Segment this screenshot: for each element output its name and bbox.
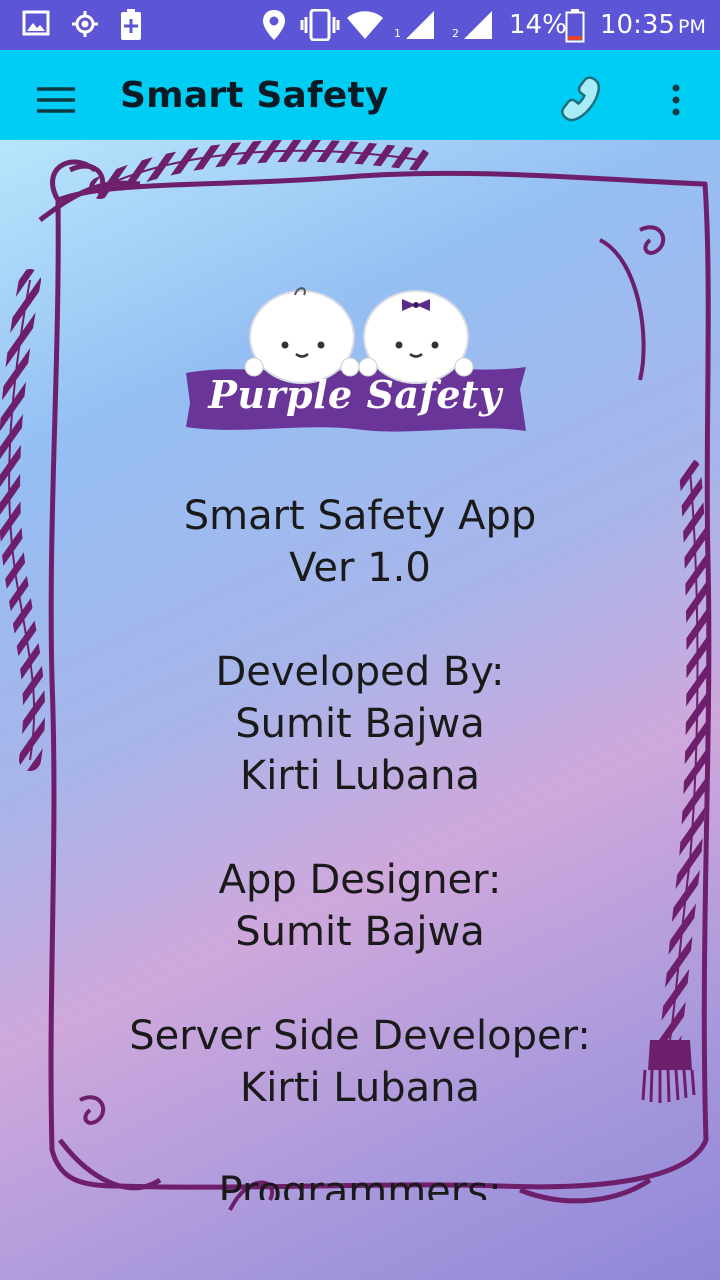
signal-sim2-icon bbox=[464, 11, 492, 39]
location-icon bbox=[263, 10, 285, 40]
image-icon bbox=[22, 10, 50, 36]
clock-time: 10:35 bbox=[600, 10, 675, 40]
battery-percent: 14% bbox=[509, 10, 567, 40]
about-text-block: Smart Safety App Ver 1.0 Developed By: S… bbox=[60, 490, 660, 1200]
signal-sim1-icon bbox=[406, 11, 434, 39]
clock-ampm: PM bbox=[678, 16, 706, 38]
menu-icon[interactable] bbox=[30, 80, 82, 120]
app-designer-label: App Designer: bbox=[218, 857, 502, 903]
app-name: Smart Safety App bbox=[183, 493, 537, 539]
programmers-label: Programmers: bbox=[218, 1169, 502, 1200]
developed-by-label: Developed By: bbox=[215, 649, 505, 695]
gps-icon bbox=[72, 11, 98, 37]
sim2-label: 2 bbox=[452, 27, 459, 40]
battery-saver-icon bbox=[121, 9, 141, 40]
developer-name-1: Sumit Bajwa bbox=[235, 701, 485, 747]
app-version: Ver 1.0 bbox=[289, 545, 431, 591]
status-bar: 1 2 14% 10:35 PM bbox=[0, 0, 720, 50]
purple-safety-logo: Purple Safety bbox=[180, 285, 530, 445]
battery-icon bbox=[565, 9, 585, 43]
sim1-label: 1 bbox=[394, 27, 401, 40]
wifi-icon bbox=[347, 11, 383, 39]
app-designer-name: Sumit Bajwa bbox=[235, 909, 485, 955]
logo-babies-image bbox=[186, 287, 526, 432]
server-developer-label: Server Side Developer: bbox=[129, 1013, 591, 1059]
app-title: Smart Safety bbox=[120, 75, 389, 116]
server-developer-name: Kirti Lubana bbox=[240, 1065, 480, 1111]
app-bar: Smart Safety bbox=[0, 50, 720, 140]
logo-text: Purple Safety bbox=[208, 372, 502, 417]
about-screen[interactable]: Purple Safety Smart Safety App Ver 1.0 D… bbox=[0, 140, 720, 1280]
phone-icon[interactable] bbox=[554, 72, 610, 128]
developer-name-2: Kirti Lubana bbox=[240, 753, 480, 799]
overflow-menu-icon[interactable] bbox=[660, 80, 692, 120]
vibrate-icon bbox=[300, 9, 340, 41]
